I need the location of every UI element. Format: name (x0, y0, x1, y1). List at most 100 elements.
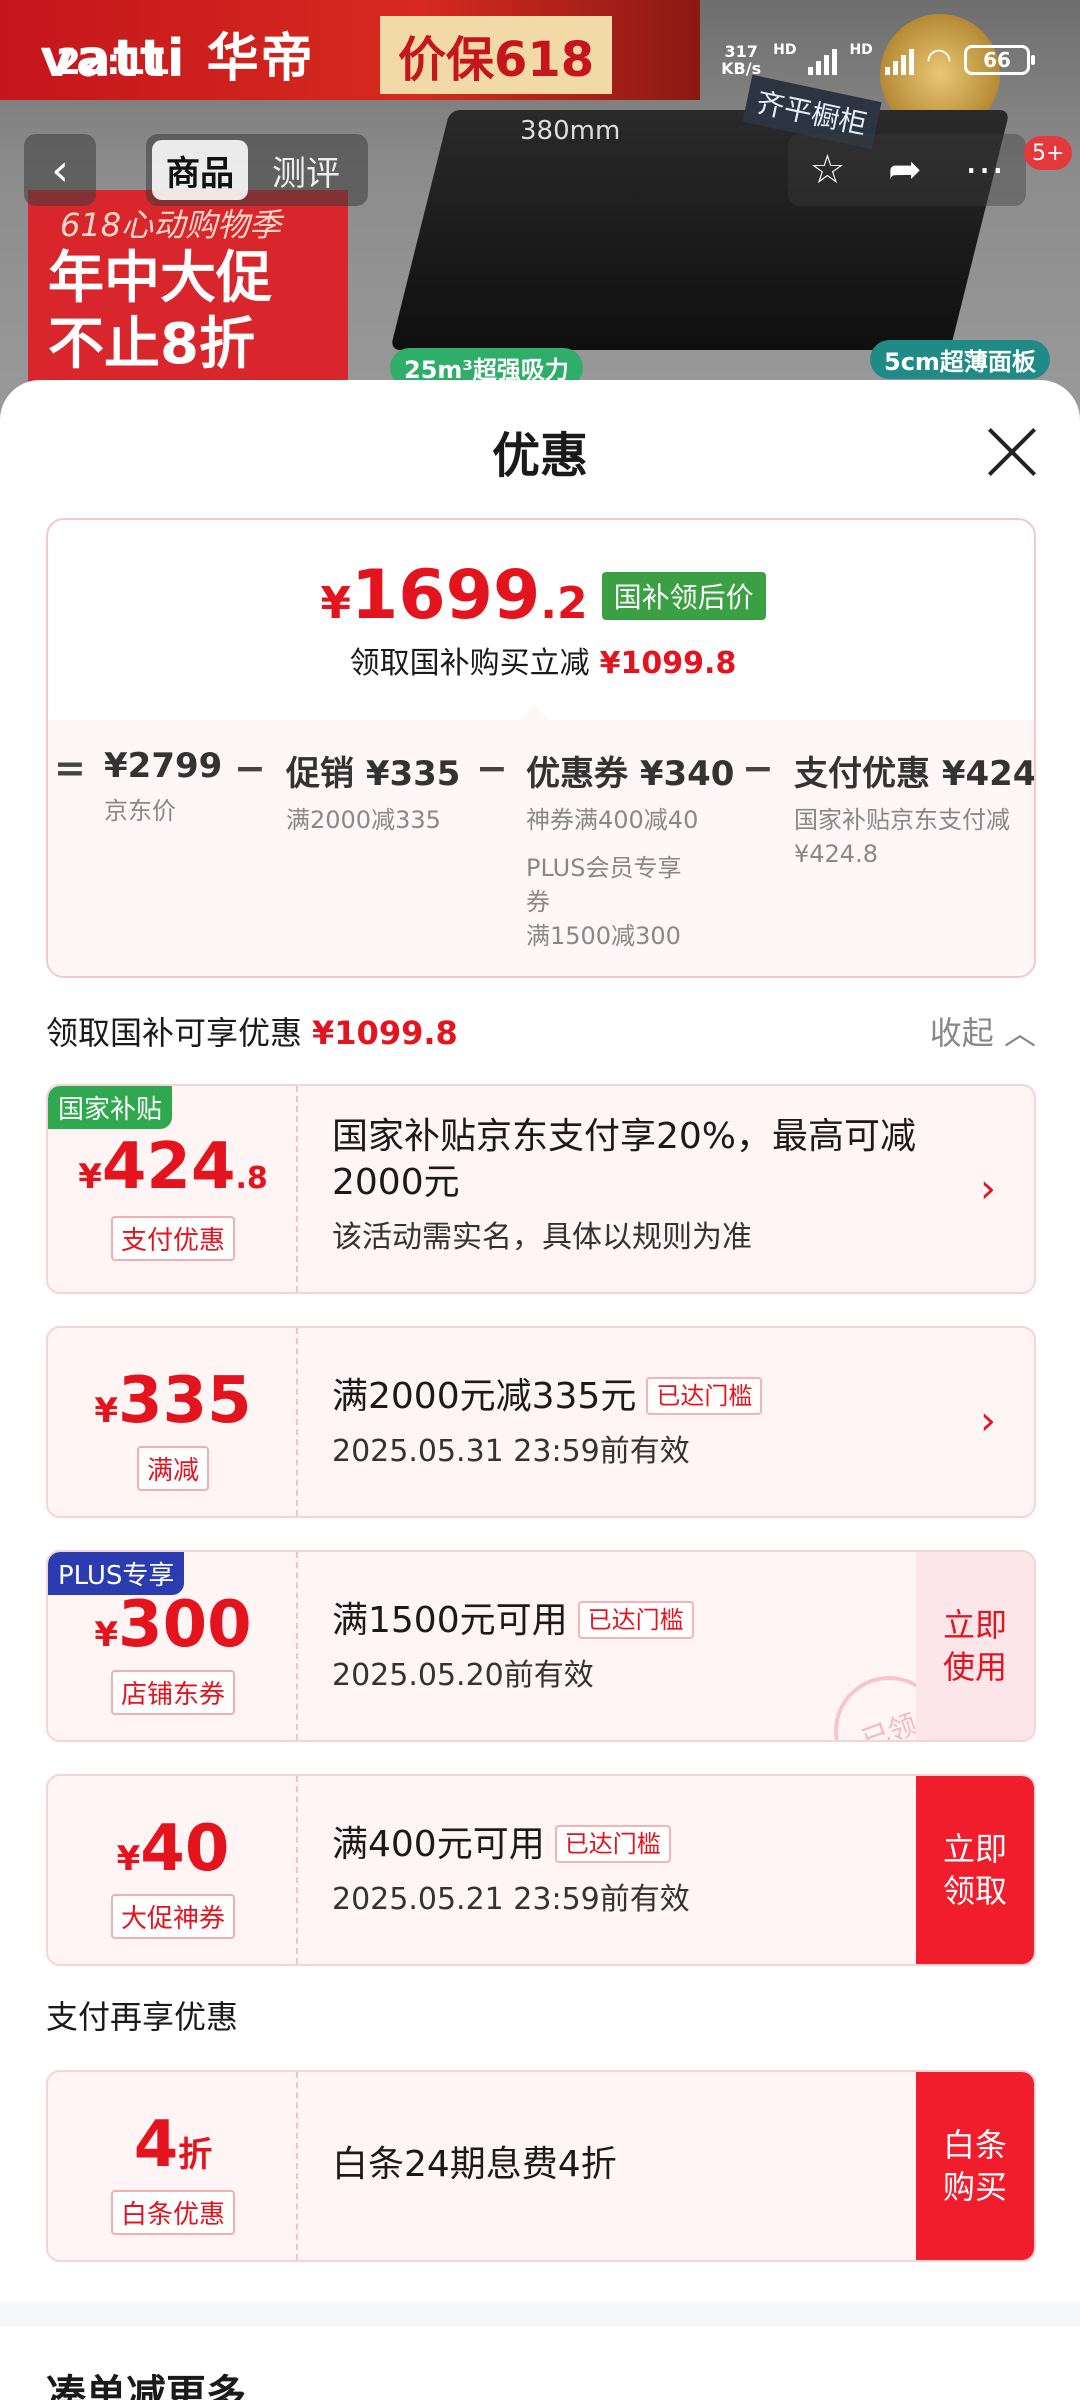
price-summary-card: ¥ 1699 .2 国补领后价 领取国补购买立减 ¥1099.8 = ¥2799 … (46, 518, 1036, 978)
section-divider (0, 2302, 1080, 2326)
section-title: 领取国补可享优惠 (46, 1014, 303, 1052)
coupon-value-area: 4折 白条优惠 (48, 2072, 298, 2260)
coupon-card-full-reduction[interactable]: ¥335 满减 满2000元减335元 已达门槛 2025.05.31 23:59… (46, 1326, 1036, 1518)
coupon-card-gov-subsidy[interactable]: ¥424.8 支付优惠 国家补贴 国家补贴京东支付享20%，最高可减2000元 … (46, 1084, 1036, 1294)
chevron-up-icon: ︿ (1003, 1014, 1036, 1052)
coupon-type-label: 白条优惠 (110, 2190, 235, 2235)
breakdown-sub: 满1500减300 (526, 922, 681, 950)
coupon-validity: 2025.05.21 23:59前有效 (332, 1882, 690, 1917)
collapse-label: 收起 (929, 1014, 994, 1052)
minus-operator: − (476, 746, 508, 790)
coupon-type: 支付优惠 (48, 1216, 298, 1261)
network-speed: 317 KB/s (721, 43, 761, 77)
coupon-type-label: 大促神券 (110, 1894, 235, 1939)
cart-count-badge: 5+ (1024, 136, 1073, 170)
chevron-right-icon[interactable]: › (980, 1166, 996, 1212)
top-actions: ☆ ➦ ⋯ (788, 134, 1026, 206)
claim-now-label: 立即领取 (942, 1830, 1007, 1910)
status-time: 22:11 (56, 42, 171, 83)
coupon-amount: ¥40 (48, 1812, 298, 1886)
coupon-title-row: 满2000元减335元 已达门槛 (332, 1374, 932, 1420)
breakdown-label: ¥2799 (104, 746, 223, 786)
use-now-button[interactable]: 立即使用 (916, 1552, 1034, 1740)
coupon-currency: ¥ (94, 1391, 119, 1431)
coupon-title: 满1500元可用 (332, 1600, 568, 1641)
coupon-card-promo-coupon: ¥40 大促神券 满400元可用 已达门槛 2025.05.21 23:59前有效… (46, 1774, 1036, 1966)
breakdown-sub: ¥424.8 (794, 840, 878, 868)
coupon-amount-integer: 335 (118, 1364, 252, 1438)
battery-icon: 66 (964, 44, 1035, 75)
coupon-amount: ¥300 (48, 1588, 298, 1662)
coupon-type-label: 支付优惠 (110, 1216, 235, 1261)
coupon-title-row: 满1500元可用 已达门槛 (332, 1598, 832, 1644)
discount-unit: 折 (178, 2135, 213, 2175)
coupon-type-label: 满减 (136, 1446, 209, 1491)
coupon-currency: ¥ (116, 1839, 141, 1879)
breakdown-label: 优惠券 ¥340 (526, 754, 735, 794)
coupon-details: 国家补贴京东支付享20%，最高可减2000元 该活动需实名，具体以规则为准 (332, 1114, 972, 1256)
section-amount: ¥1099.8 (312, 1014, 458, 1052)
coupon-amount-integer: 424 (101, 1130, 236, 1204)
coupon-title: 白条24期息费4折 (332, 2144, 617, 2185)
equals-operator: = (54, 746, 86, 790)
breakdown-promo: 促销 ¥335 满2000减335 (286, 746, 460, 837)
coupon-type: 店铺东券 (48, 1670, 298, 1715)
breakdown-sub: 京东价 (104, 797, 176, 825)
signal-icon-2 (884, 45, 914, 75)
hd-label-1: HD (773, 42, 797, 58)
coupon-title: 满2000元减335元 (332, 1376, 637, 1417)
star-icon[interactable]: ☆ (809, 147, 845, 193)
breakdown-sub: 神券满400减40 (526, 806, 699, 834)
subsidy-price-tag: 国补领后价 (601, 571, 766, 620)
tab-review[interactable]: 测评 (258, 140, 354, 200)
promo-subtitle: 618心动购物季 (60, 206, 282, 244)
baitiao-buy-button[interactable]: 白条购买 (916, 2072, 1034, 2260)
tab-product[interactable]: 商品 (152, 140, 248, 200)
plus-member-badge: PLUS专享 (48, 1552, 185, 1595)
chevron-left-icon: ‹ (51, 144, 69, 196)
back-button[interactable]: ‹ (24, 134, 96, 206)
promo-title: 年中大促 不止8折 (48, 246, 272, 378)
more-icon[interactable]: ⋯ (965, 147, 1005, 193)
breakdown-coupon: 优惠券 ¥340 神券满400减40 PLUS会员专享 券 满1500减300 (526, 746, 734, 953)
coupon-details: 白条24期息费4折 (332, 2142, 852, 2188)
breakdown-payment: 支付优惠 ¥424.8 国家补贴京东支付减 ¥424.8 (794, 746, 1034, 871)
network-speed-unit: KB/s (721, 58, 762, 78)
coupon-validity: 2025.05.20前有效 (332, 1658, 594, 1693)
wifi-icon: ◠ (925, 42, 952, 77)
coupon-details: 满400元可用 已达门槛 2025.05.21 23:59前有效 (332, 1822, 852, 1918)
breakdown-jd-price: ¥2799 京东价 (104, 746, 222, 828)
final-price-decimal: .2 (540, 578, 588, 629)
coupon-details: 满2000元减335元 已达门槛 2025.05.31 23:59前有效 (332, 1374, 932, 1470)
discount-sheet: 优惠 ¥ 1699 .2 国补领后价 领取国补购买立减 ¥1099.8 = ¥27… (0, 380, 1080, 2400)
coupon-type: 满减 (48, 1446, 298, 1491)
coupon-card-store-coupon: ¥300 店铺东券 PLUS专享 满1500元可用 已达门槛 2025.05.20… (46, 1550, 1036, 1742)
feature-caption-panel: 5cm超薄面板 (870, 340, 1050, 379)
close-icon[interactable] (984, 424, 1040, 480)
sheet-title: 优惠 (491, 428, 588, 484)
collapse-button[interactable]: 收起 ︿ (930, 1008, 1036, 1054)
coupon-title: 满400元可用 (332, 1824, 545, 1865)
coupon-currency: ¥ (94, 1615, 119, 1655)
promo-title-line-2: 不止8折 (48, 312, 255, 377)
threshold-met-badge: 已达门槛 (554, 1825, 671, 1863)
subsidy-section-header: 领取国补可享优惠 ¥1099.8 收起 ︿ (46, 1008, 1036, 1058)
gov-subsidy-badge: 国家补贴 (48, 1086, 173, 1129)
status-icons: 317 KB/s HD HD ◠ 66 (721, 42, 1035, 77)
coupon-amount: ¥424.8 (48, 1130, 298, 1204)
chevron-right-icon[interactable]: › (980, 1398, 996, 1444)
network-speed-value: 317 (724, 41, 758, 61)
coupon-description: 该活动需实名，具体以规则为准 (332, 1220, 752, 1255)
breakdown-sub: 券 (526, 888, 550, 916)
coupon-amount-decimal: .8 (235, 1161, 268, 1196)
claim-now-button[interactable]: 立即领取 (916, 1776, 1034, 1964)
coupon-currency: ¥ (78, 1157, 102, 1197)
dimension-label: 380mm (520, 116, 621, 146)
share-icon[interactable]: ➦ (888, 147, 922, 193)
pay-section-title: 支付再享优惠 (46, 1998, 239, 2036)
coupon-type-label: 店铺东券 (110, 1670, 235, 1715)
minus-operator: − (234, 746, 266, 790)
price-protect-tag: 价保618 (380, 16, 613, 94)
coupon-title-row: 满400元可用 已达门槛 (332, 1822, 852, 1868)
subsidy-savings: 领取国补购买立减 ¥1099.8 (48, 638, 1034, 682)
